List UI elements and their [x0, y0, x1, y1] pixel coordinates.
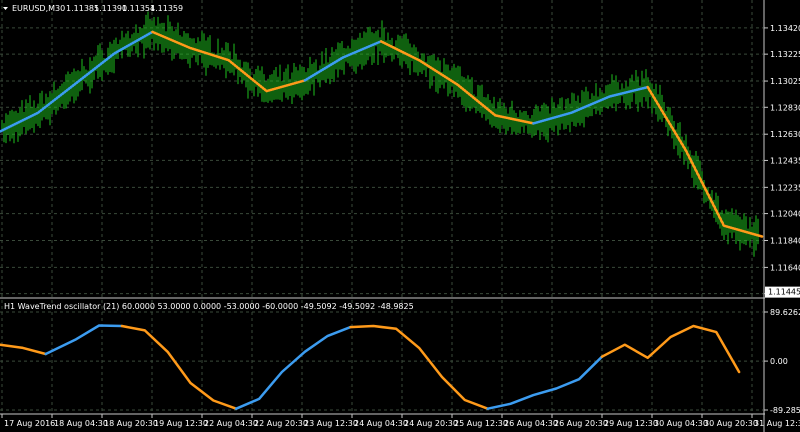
time-tick-label: 18 Aug 04:30	[54, 419, 108, 428]
time-tick-label: 26 Aug 04:30	[504, 419, 558, 428]
time-tick-label: 31 Aug 12:30	[754, 419, 800, 428]
wavetrend-line	[0, 324, 741, 410]
price-tick-label: 1.13420	[770, 24, 800, 33]
time-tick-label: 17 Aug 2016	[4, 419, 55, 428]
wavetrend-segment	[349, 324, 489, 410]
price-tick-label: 1.12630	[770, 130, 800, 139]
osc-tick-label: -89.2854	[770, 406, 800, 415]
osc-tick-label: 89.6262	[770, 308, 800, 317]
wavetrend-segment	[486, 355, 604, 410]
time-tick-label: 25 Aug 12:30	[454, 419, 508, 428]
time-axis: 17 Aug 201618 Aug 04:3018 Aug 20:3019 Au…	[1, 414, 800, 428]
wavetrend-segment	[44, 324, 124, 356]
trend-segment	[532, 85, 649, 125]
chart-canvas[interactable]: EURUSD,M30 1.11385 1.11390 1.11354 1.113…	[0, 0, 800, 432]
oscillator-axis: 89.6262 0.00 -89.2854	[764, 308, 800, 415]
time-tick-label: 22 Aug 04:30	[204, 419, 258, 428]
indicator-label: H1 WaveTrend oscillator (21) 60.0000 53.…	[4, 302, 414, 311]
wavetrend-segment	[0, 343, 47, 356]
chevron-down-icon[interactable]	[3, 7, 8, 10]
symbol-label: EURUSD,M30	[12, 4, 65, 13]
time-tick-label: 22 Aug 20:30	[254, 419, 308, 428]
time-tick-label: 24 Aug 04:30	[354, 419, 408, 428]
chart-window[interactable]: EURUSD,M30 1.11385 1.11390 1.11354 1.113…	[0, 0, 800, 432]
osc-tick-label: 0.00	[770, 357, 788, 366]
time-tick-label: 23 Aug 12:30	[304, 419, 358, 428]
price-tick-label: 1.12040	[770, 210, 800, 219]
wavetrend-segment	[120, 324, 238, 410]
time-tick-label: 26 Aug 20:30	[554, 419, 608, 428]
price-tick-label: 1.12830	[770, 103, 800, 112]
price-tick-label: 1.11840	[770, 236, 800, 245]
symbol-header[interactable]: EURUSD,M30 1.11385 1.11390 1.11354 1.113…	[3, 4, 183, 13]
time-tick-label: 30 Aug 04:30	[654, 419, 708, 428]
time-tick-label: 29 Aug 12:30	[604, 419, 658, 428]
price-tick-label: 1.12235	[770, 183, 800, 192]
wavetrend-segment	[234, 325, 352, 410]
time-tick-label: 24 Aug 20:30	[404, 419, 458, 428]
time-tick-label: 18 Aug 20:30	[104, 419, 158, 428]
price-tick-label: 1.11640	[770, 263, 800, 272]
price-axis: 1.13420 1.13225 1.13025 1.12830 1.12630 1.124…	[764, 24, 800, 299]
price-tick-label: 1.13025	[770, 77, 800, 86]
price-tick-label: 1.12435	[770, 156, 800, 165]
time-tick-label: 30 Aug 20:30	[704, 419, 758, 428]
wavetrend-segment	[600, 324, 741, 374]
ohlc-close: 1.11359	[150, 4, 183, 13]
current-price-label: 1.11445	[768, 288, 800, 297]
trend-segment	[646, 85, 764, 238]
price-tick-label: 1.13225	[770, 50, 800, 59]
time-tick-label: 19 Aug 12:30	[154, 419, 208, 428]
